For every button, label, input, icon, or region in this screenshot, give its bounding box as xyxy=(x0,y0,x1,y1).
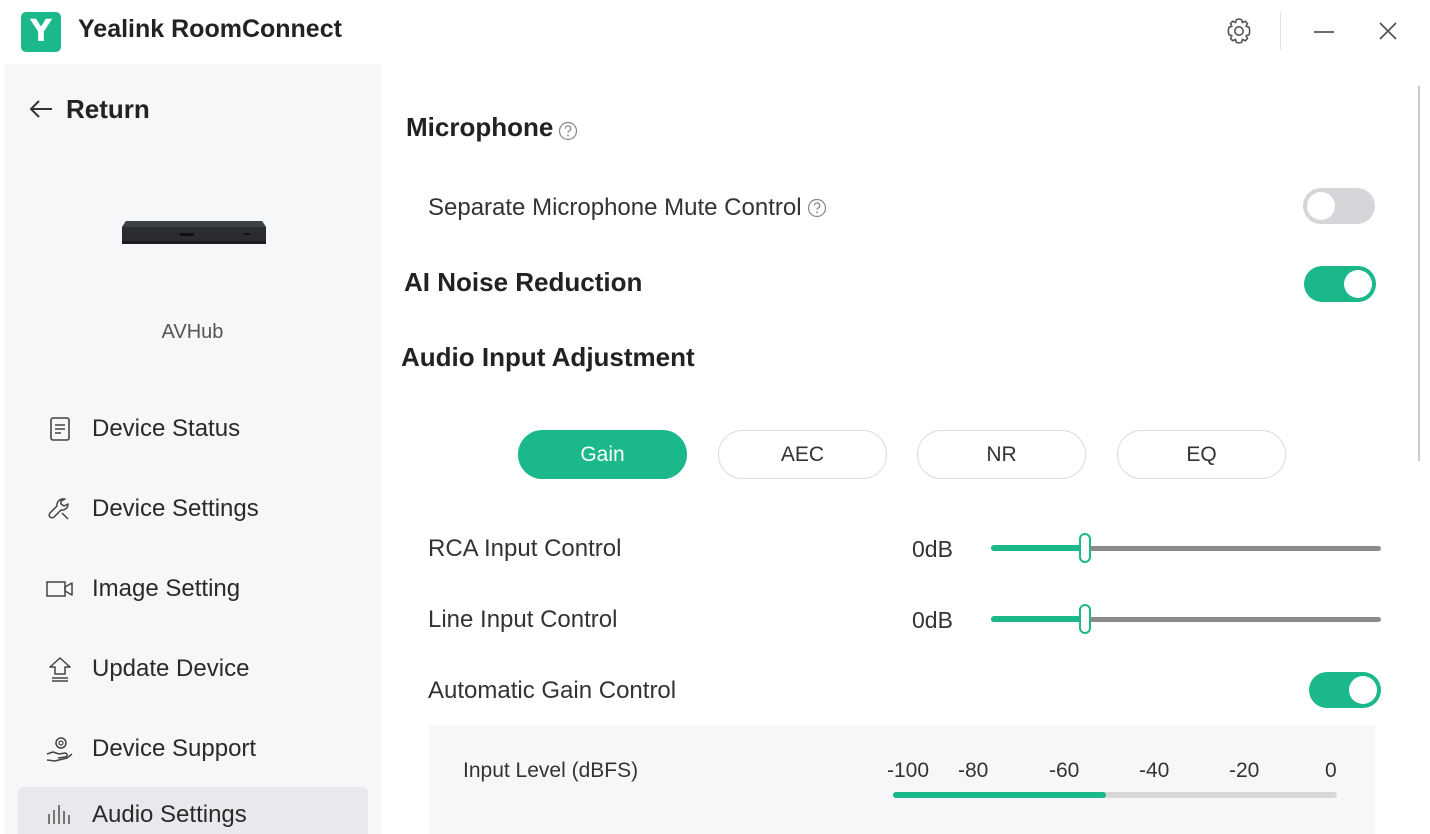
slider-fill xyxy=(991,616,1085,622)
tab-eq[interactable]: EQ xyxy=(1117,430,1286,479)
sidebar-item-label: Device Support xyxy=(92,735,257,762)
wrench-icon xyxy=(44,493,76,525)
document-icon xyxy=(44,413,76,445)
input-level-ticks: -100 -80 -60 -40 -20 0 xyxy=(887,759,1349,785)
tab-nr[interactable]: NR xyxy=(917,430,1086,479)
sidebar-item-label: Audio Settings xyxy=(92,801,247,828)
meter-fill xyxy=(893,792,1107,798)
tick-label: -100 xyxy=(887,759,930,782)
tick-label: -20 xyxy=(1229,759,1260,782)
microphone-heading: Microphone xyxy=(406,112,578,143)
return-label: Return xyxy=(66,93,150,124)
sidebar-item-update-device[interactable]: Update Device xyxy=(18,641,368,697)
sidebar-item-audio-settings[interactable]: Audio Settings xyxy=(18,787,368,834)
help-icon[interactable] xyxy=(807,197,827,217)
rca-slider[interactable] xyxy=(991,533,1381,563)
scrollbar[interactable] xyxy=(1418,86,1420,461)
toggle-knob xyxy=(1349,676,1377,704)
microphone-title: Microphone xyxy=(406,112,554,142)
tick-label: -40 xyxy=(1139,759,1170,782)
sidebar: Return AVHub Device Status Device Settin… xyxy=(4,64,381,834)
separate-mute-label: Separate Microphone Mute Control xyxy=(428,194,802,221)
tab-aec[interactable]: AEC xyxy=(718,430,887,479)
sidebar-item-device-settings[interactable]: Device Settings xyxy=(18,481,368,537)
slider-handle[interactable] xyxy=(1078,533,1091,563)
device-name: AVHub xyxy=(161,321,224,343)
gear-icon[interactable] xyxy=(1224,16,1254,46)
separate-mute-row: Separate Microphone Mute Control xyxy=(428,194,827,222)
slider-fill xyxy=(991,545,1085,551)
toggle-knob xyxy=(1307,192,1335,220)
upload-icon xyxy=(44,653,76,685)
support-hand-icon xyxy=(44,733,76,765)
app-title: Yealink RoomConnect xyxy=(78,15,342,43)
sidebar-item-device-support[interactable]: Device Support xyxy=(18,721,368,777)
tick-label: -60 xyxy=(1049,759,1080,782)
tick-label: 0 xyxy=(1325,759,1337,782)
separate-mute-toggle[interactable] xyxy=(1303,188,1375,224)
close-icon[interactable] xyxy=(1376,17,1400,45)
line-value: 0dB xyxy=(912,607,953,633)
toggle-knob xyxy=(1344,270,1372,298)
rca-value: 0dB xyxy=(912,536,953,562)
line-label: Line Input Control xyxy=(428,606,618,633)
input-level-panel: Input Level (dBFS) -100 -80 -60 -40 -20 … xyxy=(429,725,1375,834)
minimize-icon[interactable] xyxy=(1311,16,1337,46)
sidebar-item-device-status[interactable]: Device Status xyxy=(18,401,368,457)
audio-bars-icon xyxy=(44,799,76,831)
sidebar-item-label: Device Settings xyxy=(92,495,259,522)
sidebar-item-image-setting[interactable]: Image Setting xyxy=(18,561,368,617)
main-panel: Microphone Separate Microphone Mute Cont… xyxy=(381,64,1421,834)
arrow-left-icon xyxy=(29,100,52,118)
line-slider[interactable] xyxy=(991,604,1381,634)
ai-noise-label: AI Noise Reduction xyxy=(404,267,643,297)
device-image xyxy=(120,215,268,251)
input-level-label: Input Level (dBFS) xyxy=(463,759,639,782)
sidebar-item-label: Update Device xyxy=(92,655,250,682)
sidebar-item-label: Image Setting xyxy=(92,575,241,602)
app-logo: Y xyxy=(21,12,61,52)
audio-input-heading: Audio Input Adjustment xyxy=(401,342,695,372)
camera-icon xyxy=(44,573,76,605)
title-bar: Y Yealink RoomConnect xyxy=(0,0,1430,64)
rca-label: RCA Input Control xyxy=(428,535,622,562)
ai-noise-toggle[interactable] xyxy=(1304,266,1376,302)
return-button[interactable]: Return xyxy=(28,92,150,126)
sidebar-item-label: Device Status xyxy=(92,415,241,442)
agc-toggle[interactable] xyxy=(1309,672,1381,708)
help-icon[interactable] xyxy=(558,117,578,141)
agc-label: Automatic Gain Control xyxy=(428,677,677,704)
slider-handle[interactable] xyxy=(1078,604,1091,634)
input-level-meter xyxy=(893,792,1337,798)
tab-gain[interactable]: Gain xyxy=(518,430,687,479)
tick-label: -80 xyxy=(958,759,989,782)
titlebar-divider xyxy=(1280,12,1281,50)
